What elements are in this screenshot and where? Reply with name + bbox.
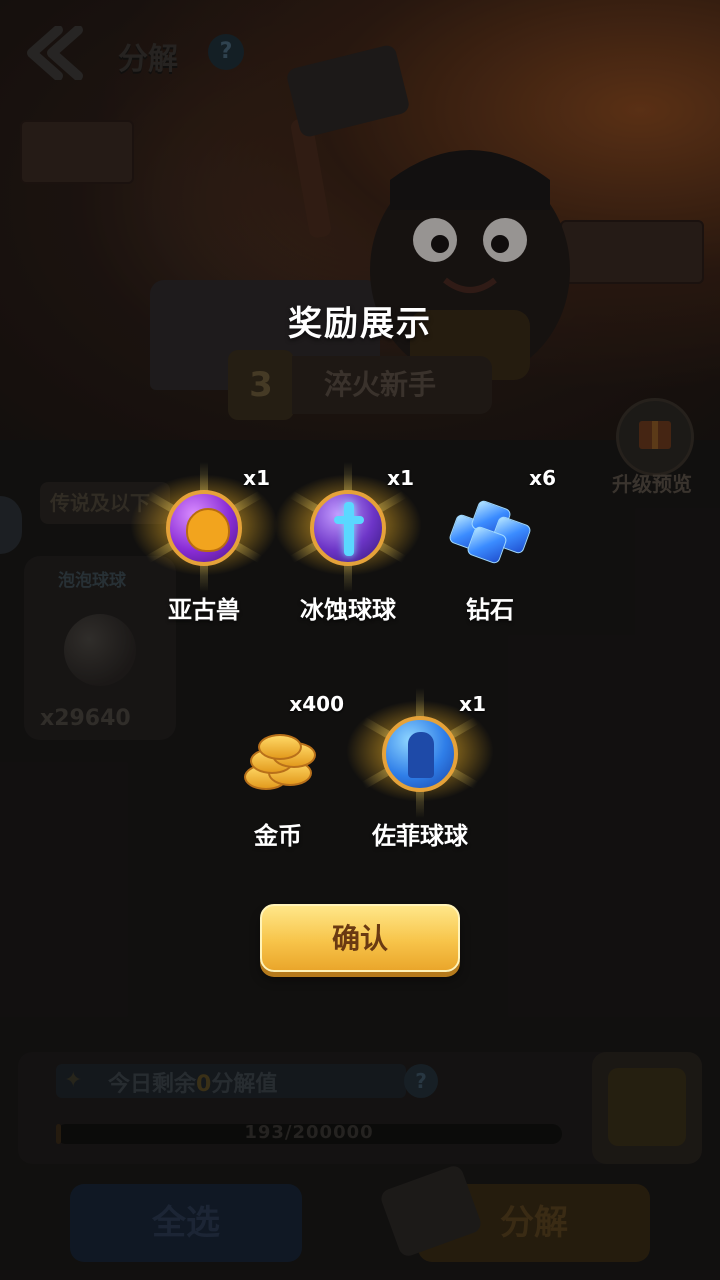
- agumon-ball-icon: [166, 490, 242, 566]
- reward-qty: x400: [289, 692, 344, 716]
- reward-item: x1 亚古兽: [124, 462, 284, 640]
- diamond-icon: [447, 494, 533, 565]
- reward-qty: x1: [243, 466, 270, 490]
- reward-qty: x1: [387, 466, 414, 490]
- reward-qty: x1: [459, 692, 486, 716]
- reward-name: 钻石: [466, 596, 514, 624]
- reward-item: x1 冰蚀球球: [268, 462, 428, 640]
- zoffy-ball-icon: [382, 716, 458, 792]
- reward-qty: x6: [529, 466, 556, 490]
- reward-modal-title: 奖励展示: [288, 304, 432, 344]
- reward-name: 佐菲球球: [372, 822, 468, 850]
- confirm-button[interactable]: 确认: [260, 904, 460, 972]
- ice-sword-ball-icon: [310, 490, 386, 566]
- modal-dim-overlay[interactable]: [0, 0, 720, 1280]
- reward-item: x400 金币: [208, 692, 348, 866]
- gold-coin-icon: [238, 730, 318, 790]
- reward-item: x1 佐菲球球: [340, 688, 500, 866]
- reward-item: x6 钻石: [420, 466, 560, 640]
